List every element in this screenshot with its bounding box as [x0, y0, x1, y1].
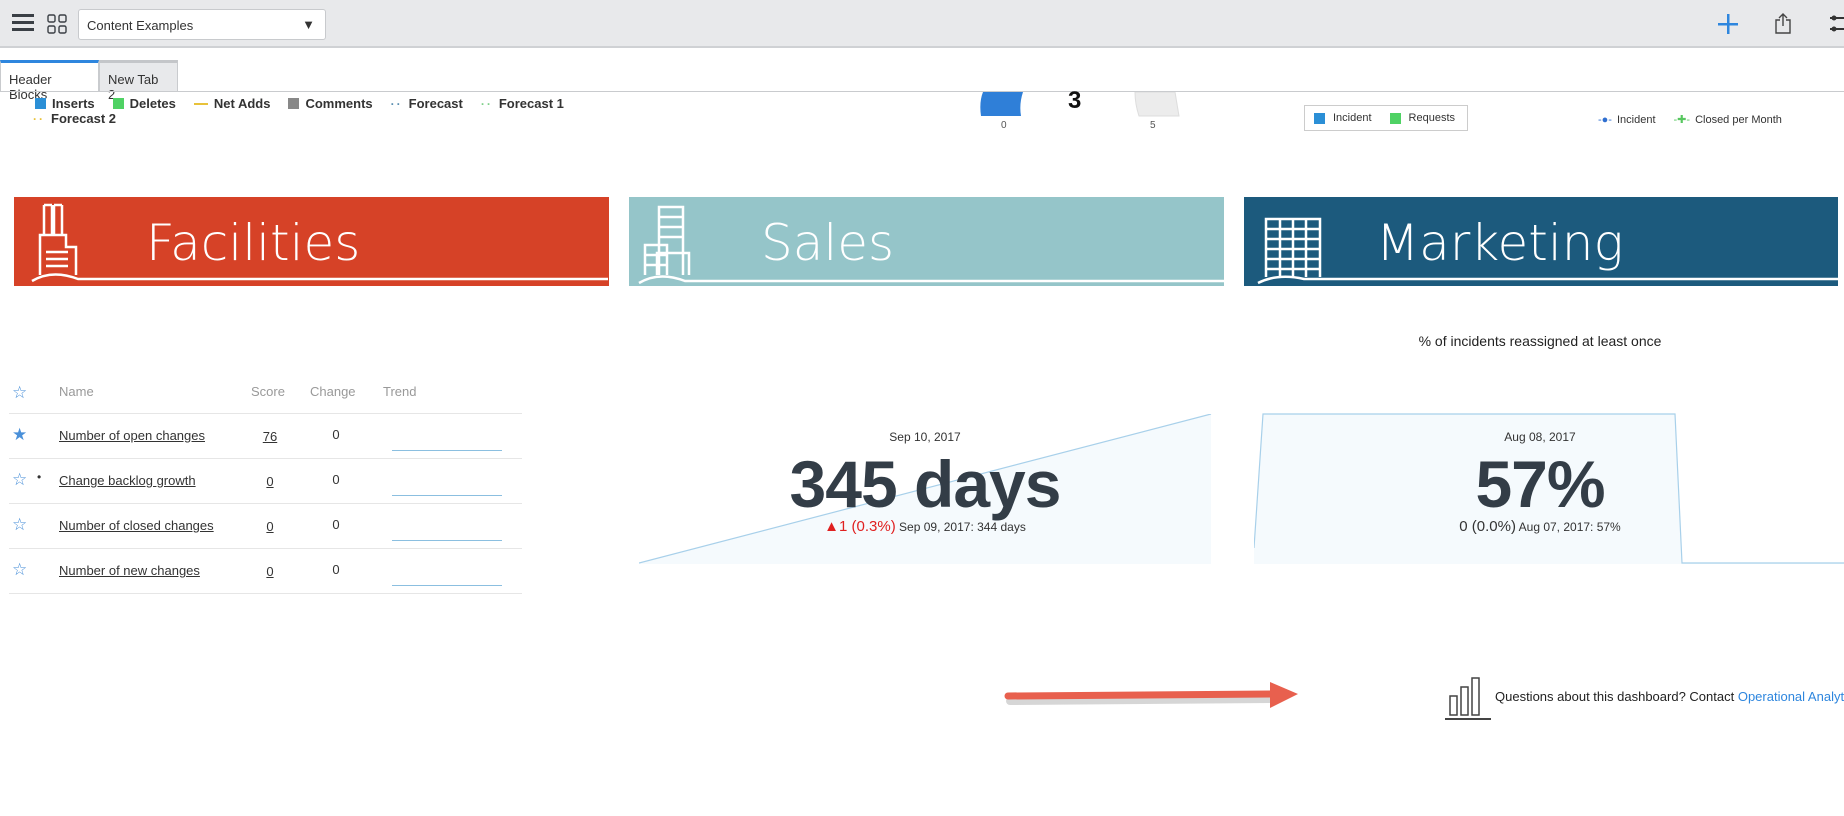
column-header-change[interactable]: Change [310, 384, 356, 399]
column-header-name[interactable]: Name [59, 384, 94, 399]
banner-marketing[interactable]: Marketing [1244, 197, 1838, 286]
row-change: 0 [332, 562, 340, 577]
tab-divider [0, 91, 1844, 92]
scorecard-date: Sep 10, 2017 [889, 430, 961, 444]
row-score-link[interactable]: 0 [255, 474, 285, 489]
row-score-link[interactable]: 0 [255, 564, 285, 579]
grid-icon[interactable] [47, 14, 67, 34]
divider [9, 593, 522, 594]
row-change: 0 [332, 427, 340, 442]
banner-sales[interactable]: Sales [629, 197, 1224, 286]
trend-sparkline [392, 450, 502, 451]
scorecard-delta: 0 (0.0%) [1459, 518, 1516, 535]
legend-closed-per-month[interactable]: -✚- Closed per Month [1674, 113, 1782, 127]
gauge-value: 3 [1068, 87, 1082, 114]
legend-forecast-1[interactable]: ·· Forecast 1 [481, 96, 564, 111]
star-outline-icon[interactable]: ☆ [12, 560, 27, 580]
trend-sparkline [392, 495, 502, 496]
divider [9, 503, 522, 504]
dashboard-select-value: Content Examples [87, 18, 194, 33]
star-all-icon[interactable]: ☆ [12, 383, 27, 403]
banner-title: Sales [761, 214, 895, 272]
legend-requests[interactable]: Requests [1389, 112, 1455, 124]
legend-inserts[interactable]: Inserts [35, 96, 95, 111]
divider [9, 458, 522, 459]
hamburger-icon[interactable] [12, 14, 34, 32]
banner-title: Facilities [146, 214, 361, 272]
trend-sparkline [392, 585, 502, 586]
bar-chart-icon [1445, 677, 1491, 720]
legend-incident[interactable]: Incident [1314, 112, 1372, 124]
star-filled-icon[interactable]: ★ [12, 425, 27, 445]
bullet-icon: • [37, 470, 42, 484]
gauge-min: 0 [1001, 120, 1007, 131]
legend-deletes[interactable]: Deletes [112, 96, 176, 111]
line-legend: -●- Incident -✚- Closed per Month [1598, 113, 1782, 127]
row-score-link[interactable]: 0 [255, 519, 285, 534]
star-outline-icon[interactable]: ☆ [12, 470, 27, 490]
scorecard-date: Aug 08, 2017 [1504, 430, 1576, 444]
divider [9, 413, 522, 414]
legend-net-adds[interactable]: Net Adds [193, 96, 270, 111]
star-outline-icon[interactable]: ☆ [12, 515, 27, 535]
scorecard-change: ▲1 (0.3%) Sep 09, 2017: 344 days [725, 518, 1125, 535]
legend-line-incident[interactable]: -●- Incident [1598, 113, 1656, 126]
gauge-remaining [1134, 92, 1180, 117]
row-change: 0 [332, 517, 340, 532]
gauge-fill [980, 92, 1023, 116]
chevron-down-icon: ▼ [302, 17, 315, 32]
row-score-link[interactable]: 76 [255, 429, 285, 444]
legend-forecast-2[interactable]: ·· Forecast 2 [33, 111, 116, 126]
scorecard-value[interactable]: 345 days [725, 446, 1125, 522]
column-header-trend[interactable]: Trend [383, 384, 416, 399]
row-name-link[interactable]: Number of closed changes [59, 518, 214, 533]
tab-new-tab-2[interactable]: New Tab 2 [99, 60, 178, 102]
scorecard-previous: Aug 07, 2017: 57% [1518, 520, 1621, 534]
row-name-link[interactable]: Number of new changes [59, 563, 200, 578]
gauge-chart [980, 92, 1180, 117]
sliders-icon[interactable] [1830, 13, 1844, 35]
scorecard-delta: ▲1 (0.3%) [824, 518, 896, 535]
banner-title: Marketing [1376, 214, 1624, 272]
trend-sparkline [392, 540, 502, 541]
divider [9, 548, 522, 549]
operational-analytics-link[interactable]: Operational Analytics [1738, 689, 1844, 704]
buildings-icon [638, 205, 1224, 285]
legend-comments[interactable]: Comments [288, 96, 373, 111]
row-change: 0 [332, 472, 340, 487]
dashboard-select[interactable]: Content Examples ▼ [78, 9, 326, 40]
gauge-max: 5 [1150, 120, 1156, 131]
scorecard-change: 0 (0.0%) Aug 07, 2017: 57% [1340, 518, 1740, 535]
row-name-link[interactable]: Change backlog growth [59, 473, 196, 488]
bar-legend: Incident Requests [1304, 105, 1468, 131]
scorecard-previous: Sep 09, 2017: 344 days [899, 520, 1026, 534]
footer-text: Questions about this dashboard? Contact [1495, 689, 1738, 704]
plus-icon[interactable] [1717, 13, 1739, 35]
banner-facilities[interactable]: Facilities [14, 197, 609, 286]
scorecard-value[interactable]: 57% [1340, 446, 1740, 522]
footer-contact: Questions about this dashboard? Contact … [1495, 689, 1844, 704]
annotation-arrow [1004, 682, 1298, 708]
share-icon[interactable] [1775, 12, 1791, 34]
tab-header-blocks[interactable]: Header Blocks [0, 60, 99, 102]
scorecard-title: % of incidents reassigned at least once [1418, 333, 1662, 349]
chart-legend: Inserts Deletes Net Adds Comments ·· Fore… [35, 96, 564, 111]
legend-forecast[interactable]: ·· Forecast [391, 96, 463, 111]
row-name-link[interactable]: Number of open changes [59, 428, 205, 443]
column-header-score[interactable]: Score [251, 384, 285, 399]
